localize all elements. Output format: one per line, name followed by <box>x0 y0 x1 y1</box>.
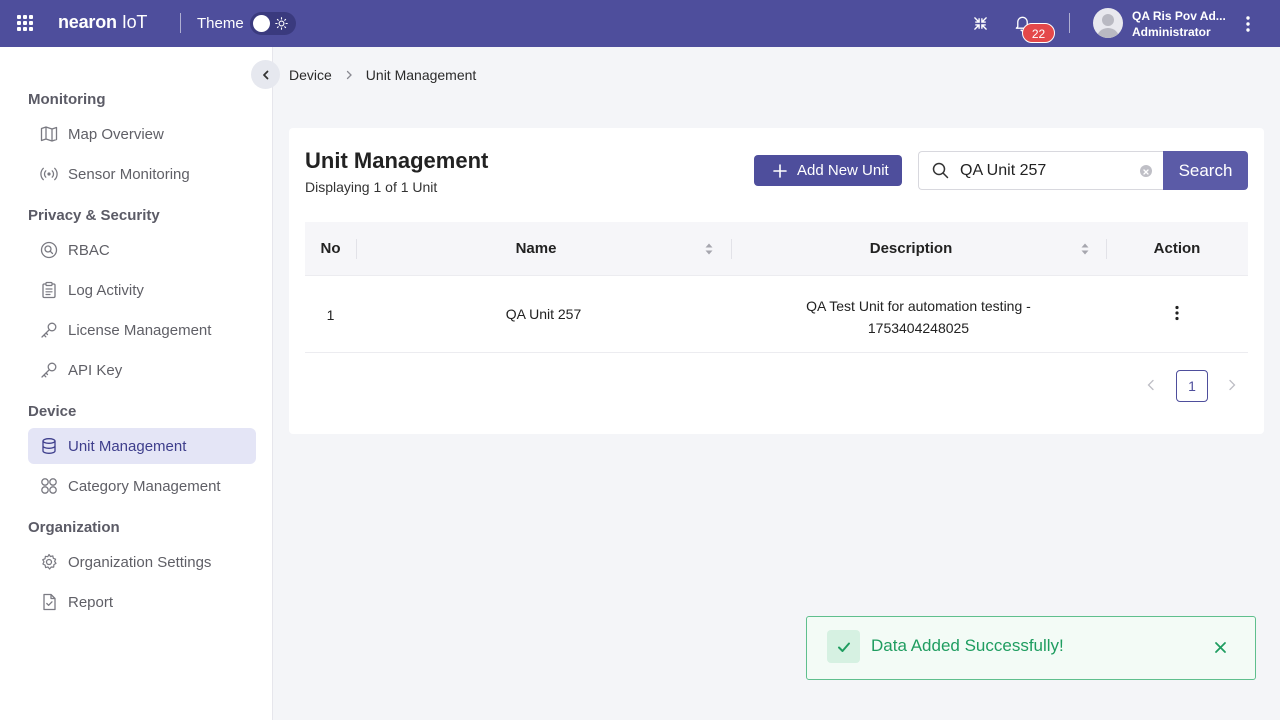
grid-icon <box>41 478 57 494</box>
theme-label: Theme <box>197 15 244 32</box>
breadcrumb-current: Unit Management <box>365 67 477 83</box>
sort-icon[interactable] <box>1080 242 1090 256</box>
breadcrumb: Device Unit Management <box>289 67 476 83</box>
divider <box>1069 13 1070 33</box>
sidebar-item-log-activity[interactable]: Log Activity <box>28 272 256 308</box>
exit-fullscreen-icon[interactable] <box>973 16 988 31</box>
sidebar-collapse-button[interactable] <box>251 60 280 89</box>
close-icon[interactable] <box>1214 641 1227 654</box>
avatar[interactable] <box>1093 8 1123 38</box>
toast-message: Data Added Successfully! <box>871 636 1064 655</box>
pagination-prev-icon[interactable] <box>1144 378 1158 392</box>
sidebar-item-label: Log Activity <box>68 281 144 299</box>
apps-grid-icon[interactable] <box>17 15 33 31</box>
user-avatar-icon <box>1097 14 1119 38</box>
divider <box>180 13 181 33</box>
cell-name: QA Unit 257 <box>505 306 582 322</box>
map-icon <box>40 126 58 142</box>
sidebar-item-rbac[interactable]: RBAC <box>28 232 256 268</box>
key-icon <box>41 322 57 338</box>
sidebar-item-sensor-monitoring[interactable]: Sensor Monitoring <box>28 156 256 192</box>
sort-icon[interactable] <box>704 242 714 256</box>
page-title: Unit Management <box>305 148 489 173</box>
sidebar-item-label: Category Management <box>68 477 221 495</box>
close-icon <box>1143 169 1149 175</box>
column-header-action: Action <box>1153 240 1201 257</box>
user-role: Administrator <box>1132 25 1211 39</box>
search-field <box>918 151 1163 190</box>
sidebar-item-unit-management[interactable]: Unit Management <box>28 428 256 464</box>
sidebar-item-label: Unit Management <box>68 437 187 455</box>
search-input[interactable] <box>960 161 1135 180</box>
sidebar-item-organization-settings[interactable]: Organization Settings <box>28 544 256 580</box>
sidebar-item-label: Sensor Monitoring <box>68 165 190 183</box>
table-row: 1 QA Unit 257 QA Test Unit for automatio… <box>305 277 1248 353</box>
success-toast: Data Added Successfully! <box>806 616 1256 680</box>
section-title-organization: Organization <box>28 519 120 536</box>
sidebar-item-map-overview[interactable]: Map Overview <box>28 116 256 152</box>
database-icon <box>42 438 56 454</box>
column-header-no: No <box>320 240 341 257</box>
cell-no: 1 <box>326 307 335 323</box>
sidebar-item-api-key[interactable]: API Key <box>28 352 256 388</box>
add-button-label: Add New Unit <box>797 162 889 179</box>
report-icon <box>43 593 56 611</box>
check-icon <box>827 630 860 663</box>
theme-toggle[interactable] <box>250 12 296 35</box>
toggle-knob <box>253 15 270 32</box>
section-title-device: Device <box>28 403 77 420</box>
log-icon <box>42 281 56 299</box>
key-icon <box>41 362 57 378</box>
sensor-icon <box>40 167 58 181</box>
pagination-next-icon[interactable] <box>1225 378 1239 392</box>
sidebar: Monitoring Map Overview Sensor Monitorin… <box>0 47 273 720</box>
sidebar-item-label: RBAC <box>68 241 110 259</box>
chevron-left-icon <box>262 70 268 79</box>
logo-main-text: nearon <box>58 12 117 32</box>
top-navigation-bar: nearon IoT Theme 22 QA Ris Pov Ad... Admi… <box>0 0 1280 47</box>
plus-icon <box>773 163 787 178</box>
pagination-page-button[interactable]: 1 <box>1176 370 1208 402</box>
sun-icon <box>275 17 288 30</box>
sidebar-item-label: Organization Settings <box>68 553 212 571</box>
row-actions-icon[interactable] <box>1174 305 1180 321</box>
description-line: QA Test Unit for automation testing - <box>806 298 1031 314</box>
rbac-icon <box>40 241 58 259</box>
gear-icon <box>42 553 57 570</box>
checkmark-icon <box>837 642 850 652</box>
section-title-privacy-security: Privacy & Security <box>28 207 160 224</box>
record-count-text: Displaying 1 of 1 Unit <box>305 179 438 195</box>
clear-search-icon[interactable] <box>1140 165 1152 177</box>
notification-count-badge: 22 <box>1022 23 1055 43</box>
sidebar-item-label: Report <box>68 593 114 611</box>
more-vertical-icon[interactable] <box>1244 15 1252 33</box>
sidebar-item-label: Map Overview <box>68 125 164 143</box>
description-line: 1753404248025 <box>867 320 970 336</box>
user-name[interactable]: QA Ris Pov Ad... <box>1132 9 1226 23</box>
column-header-name[interactable]: Name <box>356 222 716 276</box>
sidebar-item-license-management[interactable]: License Management <box>28 312 256 348</box>
sidebar-item-label: License Management <box>68 321 212 339</box>
section-title-monitoring: Monitoring <box>28 91 106 108</box>
breadcrumb-parent[interactable]: Device <box>289 67 332 83</box>
add-new-unit-button[interactable]: Add New Unit <box>754 155 902 186</box>
search-button[interactable]: Search <box>1163 151 1248 190</box>
app-logo[interactable]: nearon IoT <box>58 12 147 33</box>
sidebar-item-label: API Key <box>68 361 123 379</box>
unit-management-card: Unit Management Displaying 1 of 1 Unit A… <box>289 128 1264 434</box>
logo-suffix-text: IoT <box>121 12 148 32</box>
sidebar-item-category-management[interactable]: Category Management <box>28 468 256 504</box>
sidebar-item-report[interactable]: Report <box>28 584 256 620</box>
table-header: No Name Description Action <box>305 222 1248 276</box>
column-header-description[interactable]: Description <box>731 222 1091 276</box>
chevron-right-icon <box>346 70 352 80</box>
cell-description: QA Test Unit for automation testing - 17… <box>731 295 1106 339</box>
search-icon <box>932 162 949 179</box>
